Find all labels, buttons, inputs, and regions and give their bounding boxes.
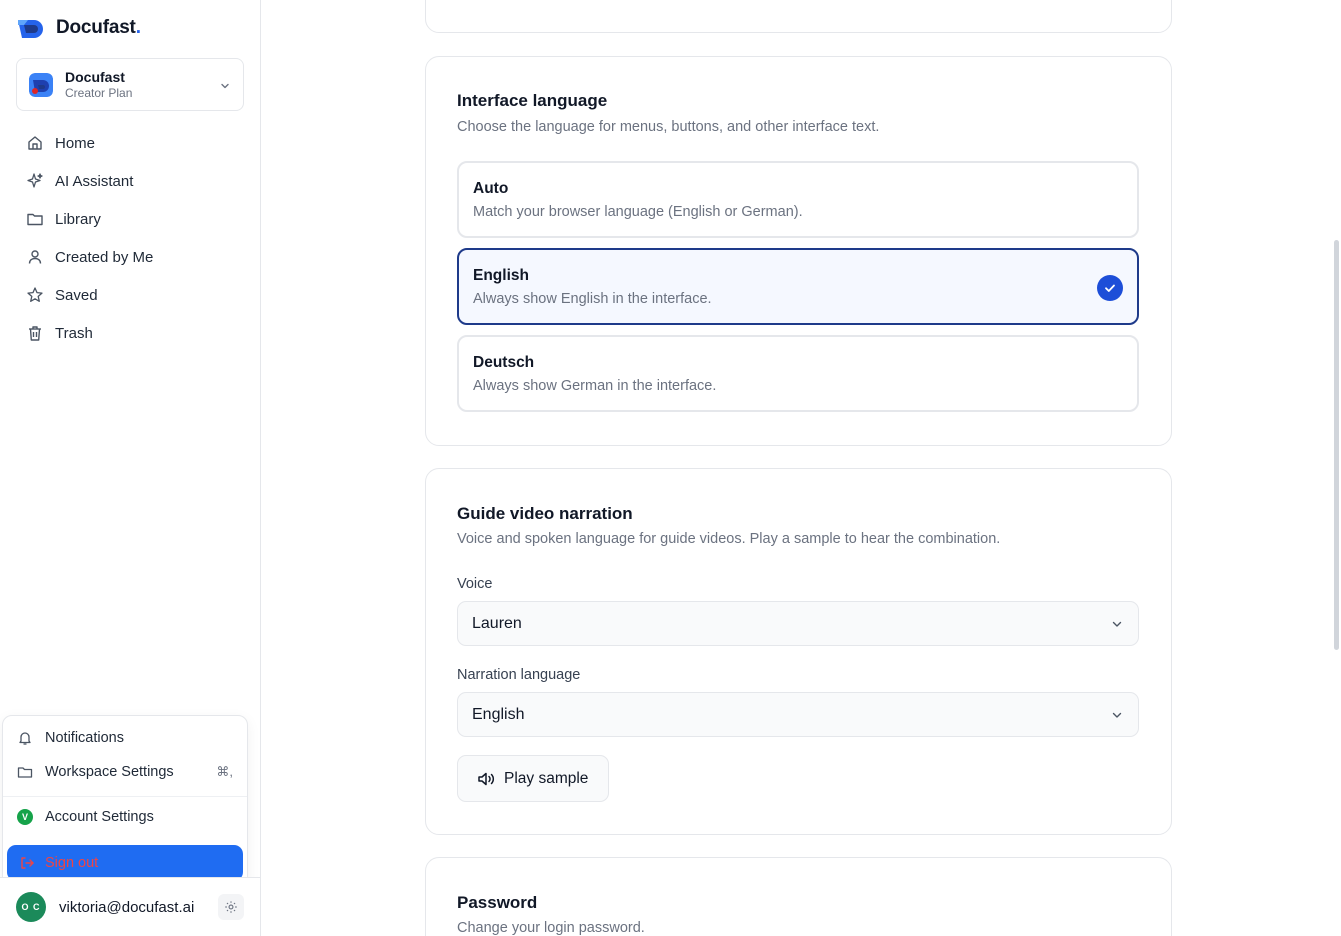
docufast-logo-icon (16, 17, 48, 39)
voice-select[interactable]: Lauren (457, 601, 1139, 646)
sidebar-nav: Home AI Assistant Library Created by Me (16, 124, 244, 352)
menu-divider (3, 796, 247, 797)
sidebar-item-created-by-me[interactable]: Created by Me (16, 238, 244, 276)
narration-card: Guide video narration Voice and spoken l… (425, 468, 1172, 835)
workspace-name: Docufast (65, 68, 125, 85)
chevron-down-icon (1110, 708, 1124, 722)
password-card: Password Change your login password. (425, 857, 1172, 936)
sidebar-item-label: Created by Me (55, 248, 154, 266)
option-description: Always show English in the interface. (473, 291, 712, 307)
sidebar-item-home[interactable]: Home (16, 124, 244, 162)
narration-language-label: Narration language (457, 667, 581, 683)
previous-settings-card (425, 0, 1172, 33)
section-title: Guide video narration (457, 504, 633, 523)
keyboard-shortcut: ⌘, (216, 764, 233, 779)
avatar: O C (16, 892, 46, 922)
voice-label: Voice (457, 576, 493, 592)
option-description: Always show German in the interface. (473, 378, 717, 394)
user-email: viktoria@docufast.ai (59, 898, 195, 916)
sidebar-item-label: Home (55, 134, 96, 152)
menu-item-label: Account Settings (45, 809, 154, 825)
sidebar: Docufast. Docufast Creator Plan Home AI … (0, 0, 261, 936)
sidebar-item-library[interactable]: Library (16, 200, 244, 238)
section-subtitle: Voice and spoken language for guide vide… (457, 531, 1001, 547)
folder-icon (17, 764, 33, 780)
workspace-plan: Creator Plan (65, 85, 133, 100)
section-subtitle: Choose the language for menus, buttons, … (457, 119, 880, 135)
sidebar-item-trash[interactable]: Trash (16, 314, 244, 352)
option-title: Auto (473, 180, 509, 197)
play-sample-button[interactable]: Play sample (457, 755, 609, 802)
option-title: English (473, 267, 529, 284)
interface-language-card: Interface language Choose the language f… (425, 56, 1172, 446)
account-badge-icon: V (17, 809, 33, 825)
sparkle-icon (26, 172, 44, 190)
section-subtitle: Change your login password. (457, 920, 645, 936)
voice-value: Lauren (472, 614, 522, 632)
user-icon (26, 248, 44, 266)
sidebar-item-label: Saved (55, 286, 98, 304)
menu-item-notifications[interactable]: Notifications (17, 726, 233, 750)
menu-item-account-settings[interactable]: V Account Settings (17, 805, 233, 829)
language-option-english[interactable]: English Always show English in the inter… (457, 248, 1139, 325)
language-option-auto[interactable]: Auto Match your browser language (Englis… (457, 161, 1139, 238)
menu-item-workspace-settings[interactable]: Workspace Settings ⌘, (17, 760, 233, 784)
app-window: Docufast. Docufast Creator Plan Home AI … (0, 0, 1341, 936)
scrollbar-thumb[interactable] (1334, 240, 1339, 650)
user-profile-row[interactable]: O C viktoria@docufast.ai (0, 877, 260, 936)
workspace-logo-icon (29, 72, 53, 97)
speaker-icon (476, 769, 496, 789)
workspace-switcher[interactable]: Docufast Creator Plan (16, 58, 244, 111)
section-title: Interface language (457, 91, 608, 110)
brand-name: Docufast. (56, 17, 141, 38)
sidebar-item-label: Trash (55, 324, 93, 342)
sign-out-icon (19, 855, 35, 871)
folder-icon (26, 210, 44, 228)
menu-item-label: Notifications (45, 730, 124, 746)
narration-language-value: English (472, 705, 525, 723)
gear-icon (225, 901, 237, 913)
trash-icon (26, 324, 44, 342)
sign-out-label: Sign out (45, 855, 99, 871)
star-icon (26, 286, 44, 304)
sidebar-item-ai-assistant[interactable]: AI Assistant (16, 162, 244, 200)
chevron-down-icon (1110, 617, 1124, 631)
check-icon (1097, 275, 1123, 301)
section-title: Password (457, 893, 538, 912)
account-menu-popover: Notifications Workspace Settings ⌘, V Ac… (2, 715, 248, 887)
sign-out-button[interactable]: Sign out (7, 845, 243, 881)
chevron-down-icon (219, 79, 231, 91)
sidebar-item-saved[interactable]: Saved (16, 276, 244, 314)
menu-item-label: Workspace Settings (45, 764, 174, 780)
narration-language-select[interactable]: English (457, 692, 1139, 737)
sidebar-item-label: AI Assistant (55, 172, 134, 190)
play-sample-label: Play sample (504, 769, 589, 787)
bell-icon (17, 730, 33, 746)
brand-logo[interactable]: Docufast. (16, 16, 141, 40)
settings-button[interactable] (218, 894, 244, 920)
home-icon (26, 134, 44, 152)
option-title: Deutsch (473, 354, 535, 371)
settings-main: Interface language Choose the language f… (261, 0, 1341, 936)
sidebar-item-label: Library (55, 210, 101, 228)
language-option-deutsch[interactable]: Deutsch Always show German in the interf… (457, 335, 1139, 412)
option-description: Match your browser language (English or … (473, 204, 803, 220)
